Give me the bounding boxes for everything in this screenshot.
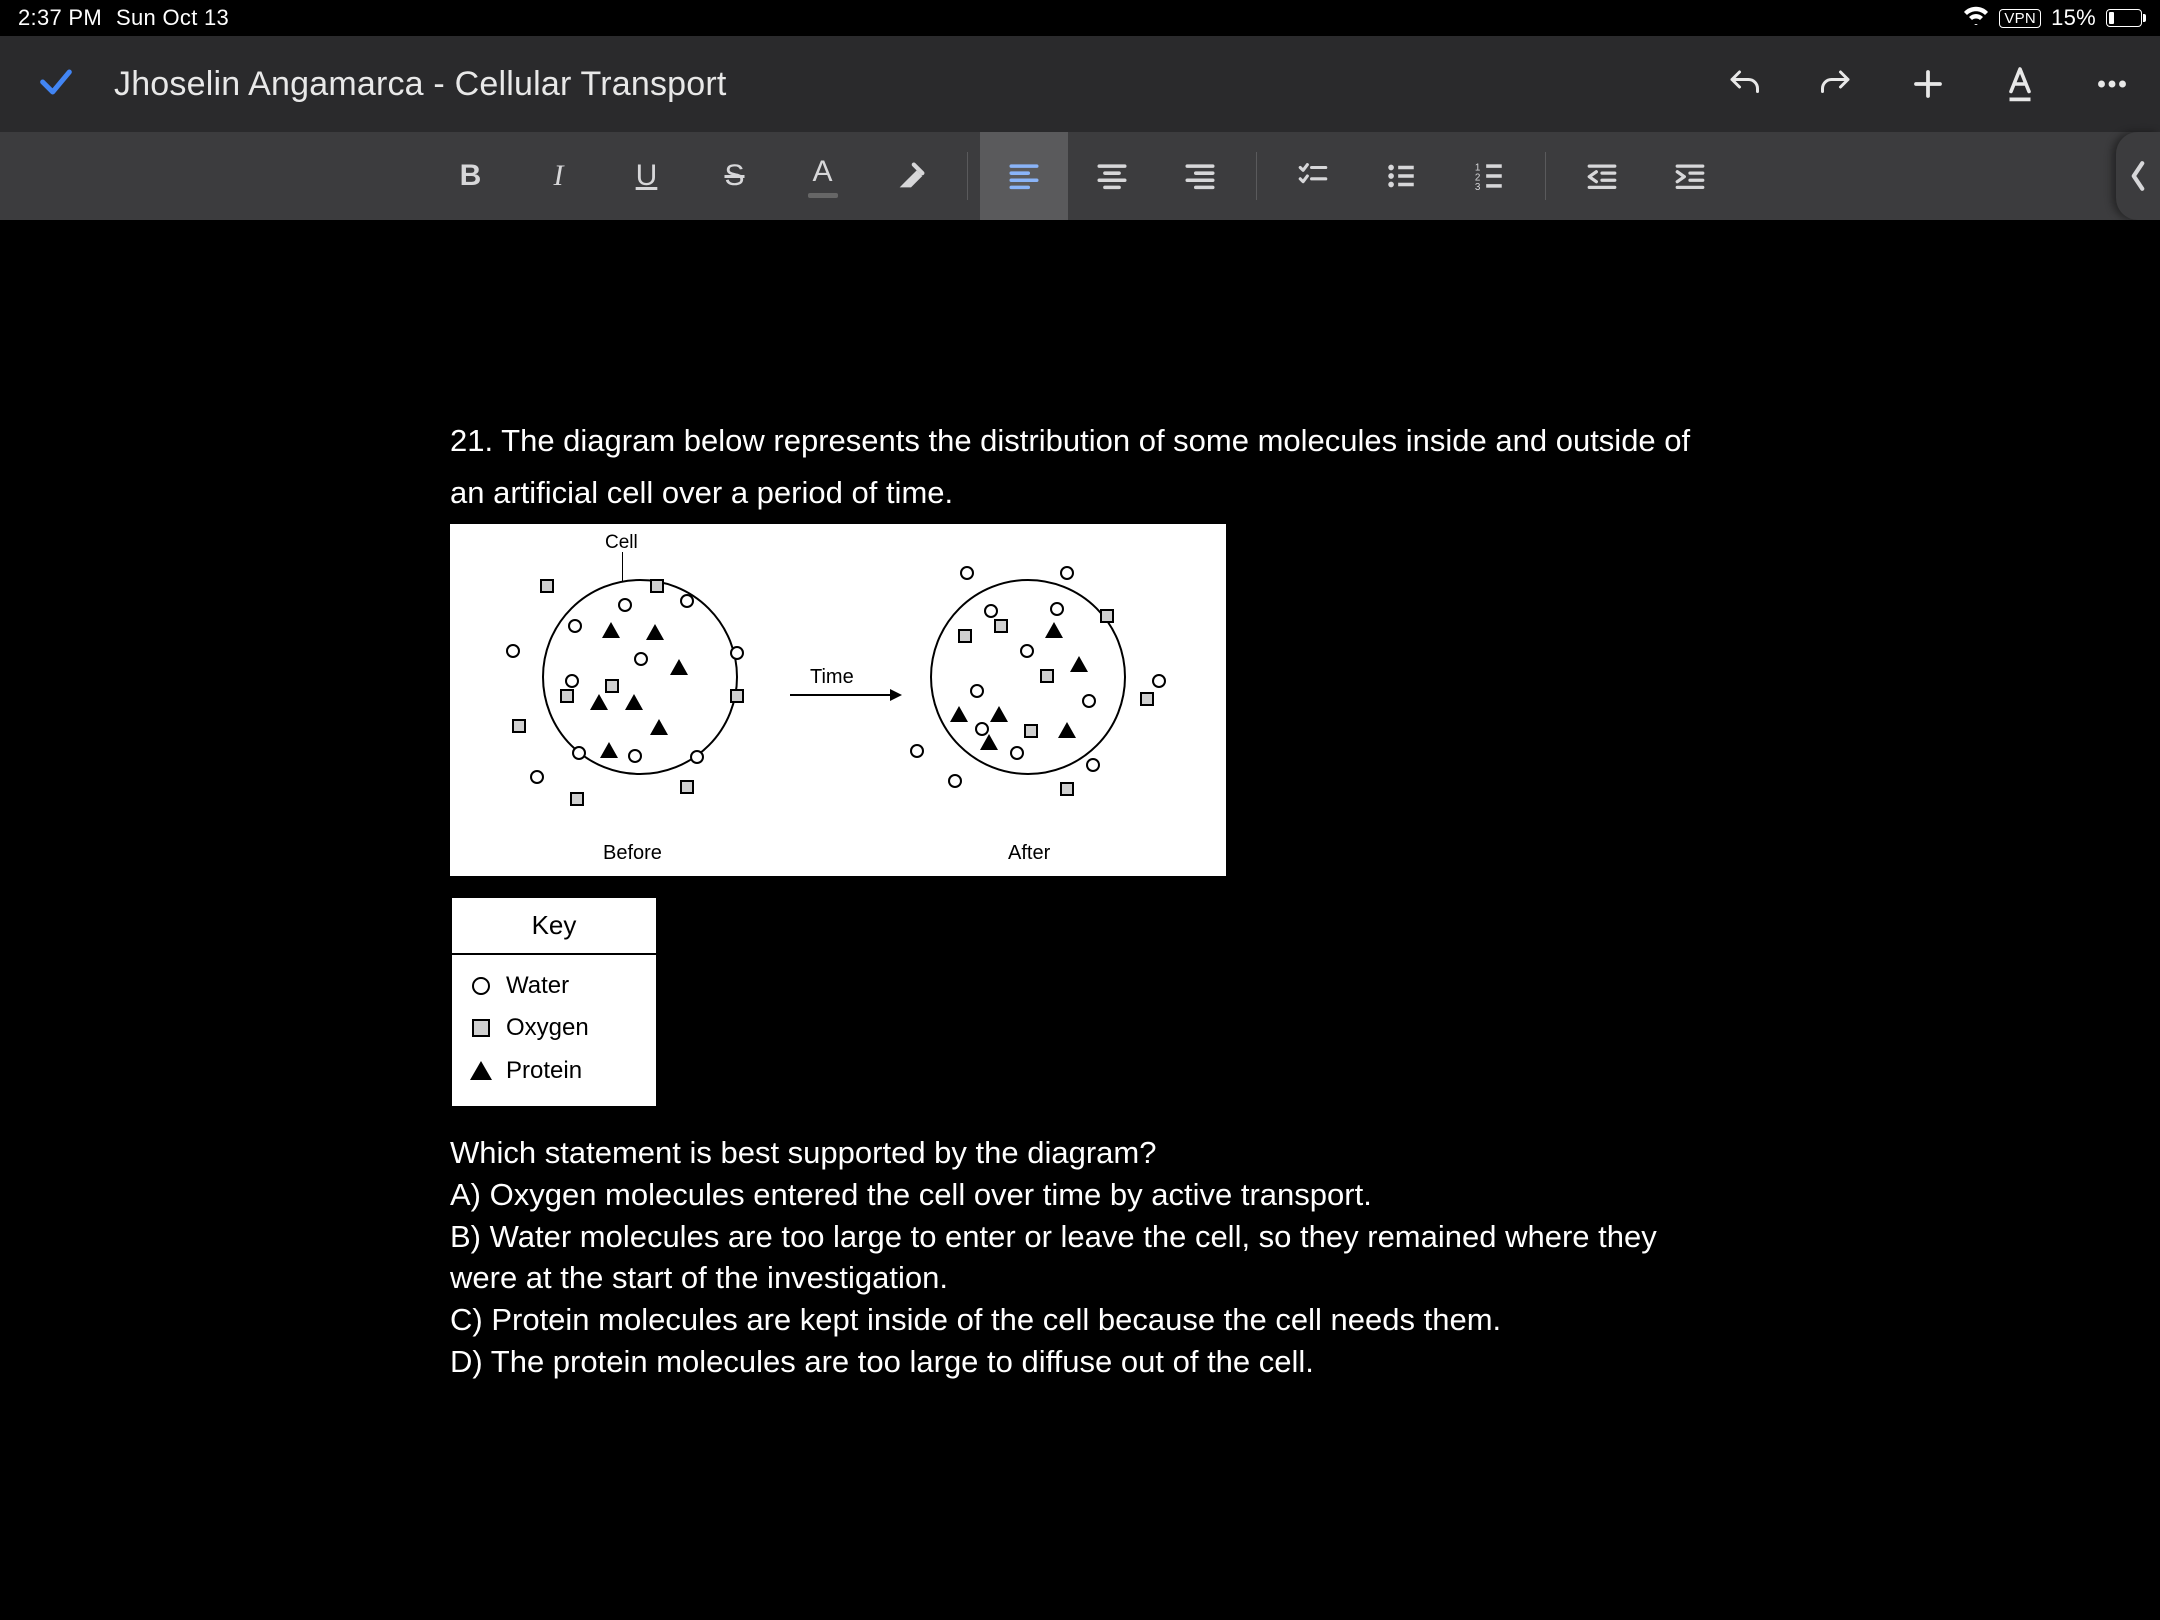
choice-b-line2: were at the start of the investigation. bbox=[450, 1257, 1710, 1299]
align-right-button[interactable] bbox=[1156, 132, 1244, 220]
key-row-oxygen: Oxygen bbox=[470, 1007, 638, 1049]
status-time: 2:37 PM bbox=[18, 5, 102, 31]
status-bar: 2:37 PM Sun Oct 13 VPN 15% bbox=[0, 0, 2160, 36]
battery-text: 15% bbox=[2051, 5, 2096, 31]
underline-button[interactable]: U bbox=[603, 132, 691, 220]
choice-a: A) Oxygen molecules entered the cell ove… bbox=[450, 1174, 1710, 1216]
redo-button[interactable] bbox=[1818, 66, 1854, 102]
key-label: Protein bbox=[506, 1055, 582, 1087]
numbered-list-button[interactable]: 123 bbox=[1445, 132, 1533, 220]
document-title: Jhoselin Angamarca - Cellular Transport bbox=[114, 65, 727, 104]
key-row-protein: Protein bbox=[470, 1050, 638, 1092]
key-label: Water bbox=[506, 970, 569, 1002]
bullet-list-button[interactable] bbox=[1357, 132, 1445, 220]
decrease-indent-button[interactable] bbox=[1558, 132, 1646, 220]
choice-d: D) The protein molecules are too large t… bbox=[450, 1341, 1710, 1383]
checklist-button[interactable] bbox=[1269, 132, 1357, 220]
question-prompt-line1: 21. The diagram below represents the dis… bbox=[450, 420, 1710, 462]
key-label: Oxygen bbox=[506, 1012, 589, 1044]
cell-diagram: Cell bbox=[450, 524, 1226, 876]
wifi-icon bbox=[1963, 5, 1989, 31]
align-left-button[interactable] bbox=[980, 132, 1068, 220]
more-button[interactable] bbox=[2094, 66, 2130, 102]
text-format-button[interactable] bbox=[2002, 64, 2038, 104]
svg-text:3: 3 bbox=[1474, 182, 1480, 193]
question-prompt-line2: an artificial cell over a period of time… bbox=[450, 472, 1710, 514]
time-arrow-icon bbox=[790, 694, 900, 696]
app-header: Jhoselin Angamarca - Cellular Transport bbox=[0, 36, 2160, 132]
diagram-key: Key Water Oxygen Protein bbox=[450, 896, 658, 1108]
diagram-after-label: After bbox=[1008, 840, 1050, 867]
key-row-water: Water bbox=[470, 965, 638, 1007]
text-color-button[interactable]: A bbox=[779, 132, 867, 220]
status-date: Sun Oct 13 bbox=[116, 5, 229, 31]
undo-button[interactable] bbox=[1726, 66, 1762, 102]
key-title: Key bbox=[452, 898, 656, 955]
vpn-badge: VPN bbox=[1999, 9, 2041, 28]
diagram-time-label: Time bbox=[810, 664, 854, 691]
increase-indent-button[interactable] bbox=[1646, 132, 1734, 220]
text-color-letter: A bbox=[812, 155, 832, 189]
question-stem: Which statement is best supported by the… bbox=[450, 1132, 1710, 1174]
document-canvas[interactable]: 21. The diagram below represents the dis… bbox=[0, 220, 2160, 1383]
highlight-button[interactable] bbox=[867, 132, 955, 220]
battery-icon bbox=[2106, 9, 2142, 27]
check-icon[interactable] bbox=[36, 62, 76, 107]
bold-button[interactable]: B bbox=[427, 132, 515, 220]
choice-c: C) Protein molecules are kept inside of … bbox=[450, 1299, 1710, 1341]
strikethrough-button[interactable]: S bbox=[691, 132, 779, 220]
italic-button[interactable]: I bbox=[515, 132, 603, 220]
choice-b-line1: B) Water molecules are too large to ente… bbox=[450, 1216, 1710, 1258]
format-toolbar: B I U S A 123 bbox=[0, 132, 2160, 220]
collapse-toolbar-button[interactable] bbox=[2116, 132, 2160, 220]
add-button[interactable] bbox=[1910, 66, 1946, 102]
diagram-before-label: Before bbox=[603, 840, 662, 867]
align-center-button[interactable] bbox=[1068, 132, 1156, 220]
